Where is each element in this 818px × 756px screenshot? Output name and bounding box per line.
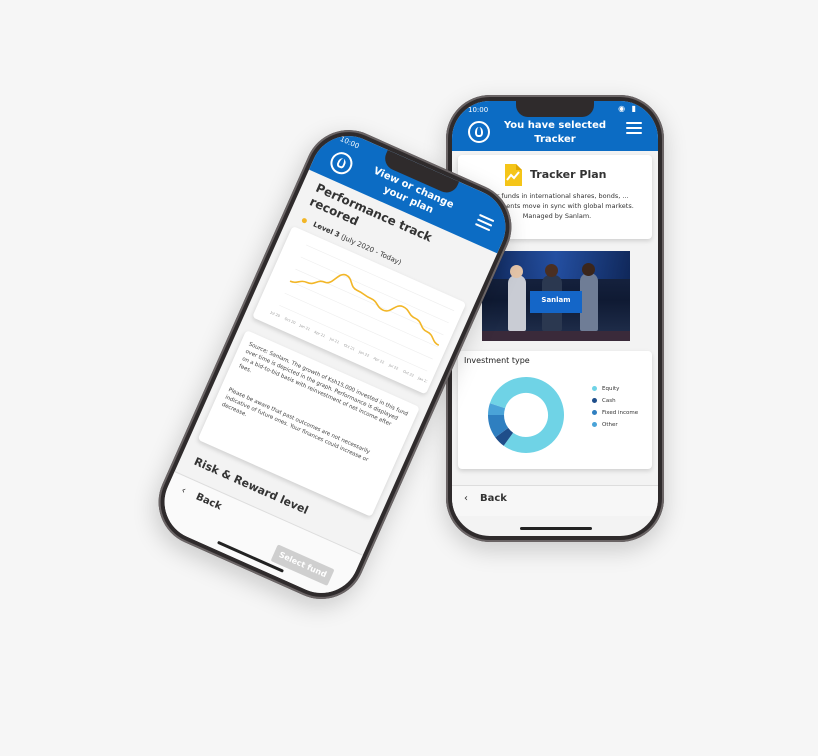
x-tick-label: Jan 22 xyxy=(357,349,370,358)
x-tick-label: Jul 22 xyxy=(387,363,398,371)
level-dot xyxy=(301,216,308,224)
x-tick-label: Apr 22 xyxy=(373,356,385,364)
gridline xyxy=(289,280,439,348)
chevron-left-icon[interactable]: ‹ xyxy=(464,493,468,504)
status-time: 10:00 xyxy=(468,106,489,114)
legend-swatch xyxy=(592,422,597,427)
status-time: 10:00 xyxy=(338,134,361,151)
x-tick-label: Jan 21 xyxy=(298,323,311,332)
x-tick-label: Apr 21 xyxy=(314,330,326,338)
investment-donut-chart xyxy=(488,377,564,453)
sanlam-banner: Sanlam xyxy=(530,291,582,313)
status-icons: ◉ ▮ xyxy=(618,104,638,113)
chevron-left-icon[interactable]: ‹ xyxy=(179,485,187,497)
back-bar: ‹ Back xyxy=(452,485,658,516)
donut-slice-other xyxy=(488,403,506,416)
legend-item: Fixed income xyxy=(592,407,638,419)
home-indicator xyxy=(520,527,592,530)
donut-slice-cash xyxy=(495,427,514,446)
legend-swatch xyxy=(592,410,597,415)
donut-slice-fixed-income xyxy=(488,414,509,438)
legend-label: Cash xyxy=(602,398,616,404)
legend-item: Other xyxy=(592,419,638,431)
menu-icon[interactable] xyxy=(474,213,495,232)
phone-notch xyxy=(516,101,594,117)
tracker-document-icon xyxy=(505,164,522,186)
header-title: You have selected Tracker xyxy=(503,120,607,145)
investment-legend: Equity Cash Fixed income Other xyxy=(592,383,638,431)
x-tick-label: Oct 21 xyxy=(343,343,355,351)
plan-title: Tracker Plan xyxy=(530,168,607,181)
tracker-screen: 10:00 ◉ ▮ You have selected Tracker Trac… xyxy=(452,101,658,536)
back-button[interactable]: Back xyxy=(480,493,507,504)
x-tick-label: Oct 20 xyxy=(284,317,296,325)
legend-swatch xyxy=(592,386,597,391)
legend-label: Other xyxy=(602,422,618,428)
legend-item: Cash xyxy=(592,395,638,407)
menu-icon[interactable] xyxy=(626,122,642,134)
award-photo: Sanlam xyxy=(482,251,630,341)
legend-item: Equity xyxy=(592,383,638,395)
x-tick-label: Jul 20 xyxy=(269,310,280,318)
x-tick-label: Oct 22 xyxy=(402,369,414,377)
x-tick-label: Jul 21 xyxy=(328,336,339,344)
sanlam-logo-icon[interactable] xyxy=(468,121,490,143)
x-tick-label: Jan 23 xyxy=(416,376,429,385)
gridline xyxy=(300,256,449,324)
sanlam-logo-icon[interactable] xyxy=(326,148,356,178)
select-fund-button[interactable]: Select fund xyxy=(270,544,335,586)
tracker-phone: 10:00 ◉ ▮ You have selected Tracker Trac… xyxy=(446,95,664,542)
legend-label: Fixed income xyxy=(602,410,639,416)
legend-label: Equity xyxy=(602,386,620,392)
investment-title: Investment type xyxy=(464,356,530,365)
investment-card: Investment type Equity Cash Fixed income Ot… xyxy=(458,351,652,469)
legend-swatch xyxy=(592,398,597,403)
back-button[interactable]: Back xyxy=(194,491,223,512)
